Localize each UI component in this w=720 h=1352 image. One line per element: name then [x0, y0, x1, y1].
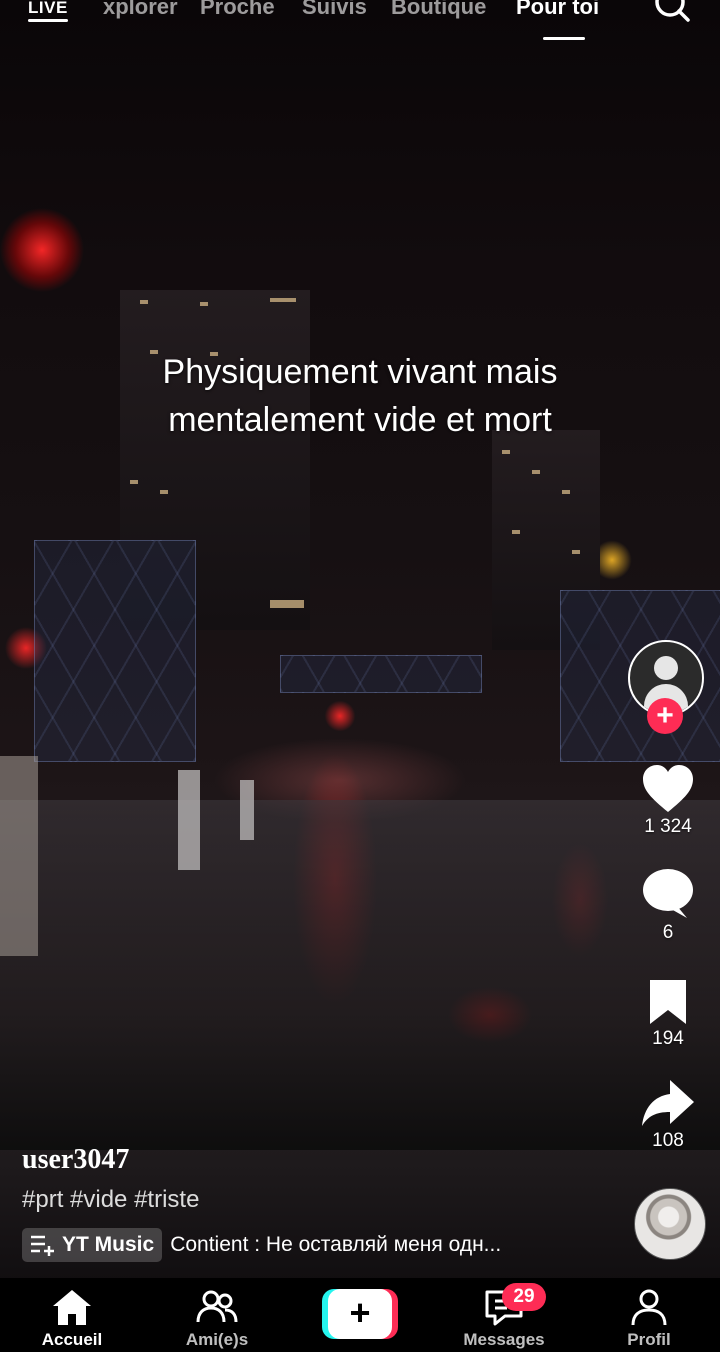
- pole-mid: [178, 770, 200, 870]
- video-caption-overlay: Physiquement vivant mais mentalement vid…: [80, 348, 640, 444]
- nav-profile[interactable]: Profil: [594, 1288, 704, 1350]
- bookmark-icon[interactable]: [646, 978, 690, 1026]
- top-navigation: LIVE xplorer Proche Suivis Boutique Pour…: [0, 0, 720, 50]
- creator-avatar[interactable]: +: [628, 640, 704, 734]
- bookmark-count: 194: [652, 1028, 684, 1049]
- wet-street: [0, 800, 720, 1150]
- heart-icon[interactable]: [641, 764, 695, 814]
- music-chip[interactable]: YT Music: [22, 1228, 163, 1262]
- profile-icon: [631, 1289, 667, 1326]
- follow-button[interactable]: +: [647, 698, 683, 734]
- tab-explorer[interactable]: xplorer: [103, 0, 178, 20]
- nav-friends[interactable]: Ami(e)s: [162, 1288, 272, 1350]
- comment-action[interactable]: 6: [628, 868, 708, 944]
- live-label: LIVE: [28, 0, 68, 17]
- tab-boutique[interactable]: Boutique: [391, 0, 486, 20]
- playlist-add-icon: [31, 1235, 54, 1256]
- bottom-navigation: Accueil Ami(e)s + Messages Profil: [0, 1278, 720, 1352]
- tab-suivis[interactable]: Suivis: [302, 0, 367, 20]
- tab-proche[interactable]: Proche: [200, 0, 275, 20]
- comment-count: 6: [662, 922, 674, 943]
- plus-icon: +: [328, 1289, 392, 1339]
- video-feed-screen[interactable]: LIVE xplorer Proche Suivis Boutique Pour…: [0, 0, 720, 1352]
- search-icon[interactable]: [652, 0, 692, 26]
- messages-badge: 29: [502, 1283, 546, 1311]
- music-row[interactable]: YT Music Contient : Не оставляй меня одн…: [22, 1228, 501, 1262]
- skybridge: [280, 655, 482, 693]
- creator-username[interactable]: user3047: [22, 1144, 129, 1176]
- live-icon[interactable]: LIVE: [28, 0, 70, 26]
- nav-friends-label: Ami(e)s: [185, 1330, 249, 1349]
- nav-messages-label: Messages: [463, 1330, 545, 1349]
- nav-home-label: Accueil: [41, 1330, 103, 1349]
- share-action[interactable]: 108: [628, 1078, 708, 1152]
- like-count: 1 324: [644, 816, 692, 837]
- share-count: 108: [652, 1130, 684, 1151]
- music-disc[interactable]: [634, 1188, 706, 1260]
- music-track-title[interactable]: Contient : Не оставляй меня одн...: [170, 1233, 501, 1257]
- caption-line-1: Physiquement vivant mais: [162, 353, 558, 391]
- bookmark-action[interactable]: 194: [628, 978, 708, 1050]
- tab-pour-toi[interactable]: Pour toi: [516, 0, 599, 20]
- pole-mid-2: [240, 780, 254, 840]
- glass-facade-left: [34, 540, 196, 762]
- create-button[interactable]: +: [322, 1289, 398, 1339]
- music-chip-label: YT Music: [62, 1233, 155, 1256]
- caption-line-2: mentalement vide et mort: [168, 401, 552, 439]
- comment-icon[interactable]: [641, 868, 695, 920]
- video-hashtags[interactable]: #prt #vide #triste: [22, 1186, 199, 1214]
- home-icon: [53, 1290, 91, 1325]
- nav-profile-label: Profil: [627, 1330, 671, 1349]
- share-icon[interactable]: [640, 1078, 696, 1128]
- pole-left: [0, 756, 38, 956]
- like-action[interactable]: 1 324: [628, 764, 708, 838]
- nav-home[interactable]: Accueil: [17, 1288, 127, 1350]
- friends-icon: [196, 1290, 238, 1323]
- active-tab-indicator: [543, 37, 585, 40]
